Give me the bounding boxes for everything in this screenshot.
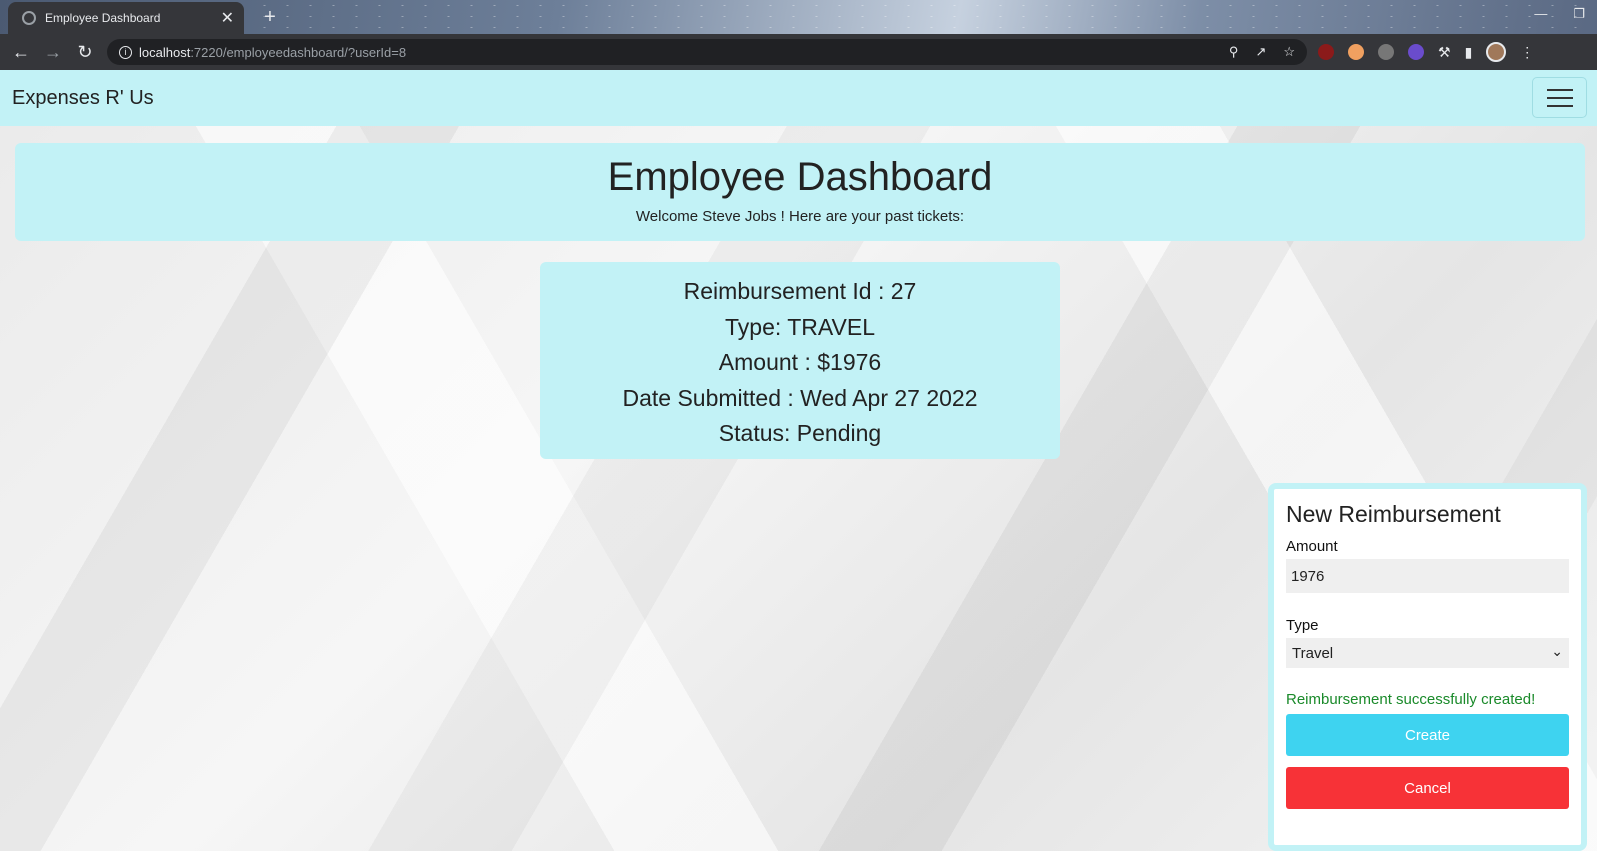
type-selected-value: Travel: [1292, 644, 1334, 662]
hamburger-line: [1546, 88, 1573, 91]
success-message: Reimbursement successfully created!: [1286, 691, 1536, 708]
create-button[interactable]: Create: [1286, 714, 1569, 756]
hamburger-menu-button[interactable]: [1532, 77, 1587, 118]
new-tab-button[interactable]: +: [258, 6, 282, 30]
amount-input[interactable]: [1286, 559, 1569, 593]
extension-icons: ⚒ ▮ ⋮: [1318, 42, 1534, 62]
url-path: :7220/employeedashboard/?userId=8: [190, 44, 407, 60]
header-card: Employee Dashboard Welcome Steve Jobs ! …: [15, 143, 1585, 241]
side-panel-icon[interactable]: ▮: [1465, 44, 1473, 61]
page-background: Expenses R' Us Employee Dashboard Welcom…: [0, 70, 1597, 851]
minimize-icon[interactable]: —: [1534, 6, 1547, 22]
extension-icon[interactable]: [1378, 44, 1394, 60]
ticket-card: Reimbursement Id : 27 Type: TRAVEL Amoun…: [540, 262, 1060, 459]
menu-icon[interactable]: ⋮: [1520, 44, 1534, 61]
share-icon[interactable]: ↗: [1255, 44, 1266, 60]
reload-icon[interactable]: ↻: [69, 42, 101, 63]
page-title: Employee Dashboard: [607, 155, 993, 199]
omnibox-actions: ⚲ ↗ ☆: [1229, 44, 1295, 60]
tab-title: Employee Dashboard: [45, 11, 161, 25]
forward-arrow-icon[interactable]: →: [37, 42, 69, 63]
info-icon[interactable]: i: [119, 45, 132, 59]
globe-icon: [22, 11, 36, 25]
extension-icon[interactable]: [1408, 44, 1424, 60]
browser-tab[interactable]: Employee Dashboard ✕: [8, 2, 244, 34]
brand[interactable]: Expenses R' Us: [12, 87, 154, 110]
restore-icon[interactable]: ❐: [1573, 6, 1585, 22]
browser-tabstrip: Employee Dashboard ✕ + — ❐: [0, 0, 1597, 34]
hamburger-line: [1546, 96, 1573, 99]
url-host: localhost: [139, 44, 191, 60]
form-title: New Reimbursement: [1286, 501, 1501, 527]
extension-icon[interactable]: [1348, 44, 1364, 60]
ublock-icon[interactable]: [1318, 44, 1334, 60]
back-arrow-icon[interactable]: ←: [5, 42, 37, 63]
window-controls: — ❐: [1534, 6, 1585, 22]
navbar: Expenses R' Us: [0, 70, 1597, 126]
cancel-button[interactable]: Cancel: [1286, 767, 1569, 809]
avatar[interactable]: [1486, 42, 1507, 62]
type-label: Type: [1286, 617, 1319, 634]
ticket-amount: Amount : $1976: [718, 349, 882, 375]
key-icon[interactable]: ⚲: [1229, 44, 1239, 60]
ticket-date: Date Submitted : Wed Apr 27 2022: [622, 384, 978, 411]
welcome-text: Welcome Steve Jobs ! Here are your past …: [635, 208, 965, 225]
star-icon[interactable]: ☆: [1283, 44, 1295, 60]
extensions-icon[interactable]: ⚒: [1438, 44, 1451, 61]
address-bar[interactable]: i localhost:7220/employeedashboard/?user…: [107, 39, 1307, 65]
browser-toolbar: ← → ↻ i localhost:7220/employeedashboard…: [0, 34, 1597, 70]
ticket-status: Status: Pending: [718, 420, 882, 446]
new-reimbursement-form: New Reimbursement Amount Type Travel ⌄ R…: [1268, 483, 1587, 851]
ticket-type: Type: TRAVEL: [725, 313, 875, 340]
type-select[interactable]: Travel ⌄: [1286, 638, 1569, 668]
close-icon[interactable]: ✕: [221, 8, 234, 28]
chevron-down-icon: ⌄: [1551, 643, 1563, 659]
amount-label: Amount: [1286, 538, 1338, 555]
hamburger-line: [1546, 104, 1573, 107]
ticket-id: Reimbursement Id : 27: [683, 278, 917, 304]
